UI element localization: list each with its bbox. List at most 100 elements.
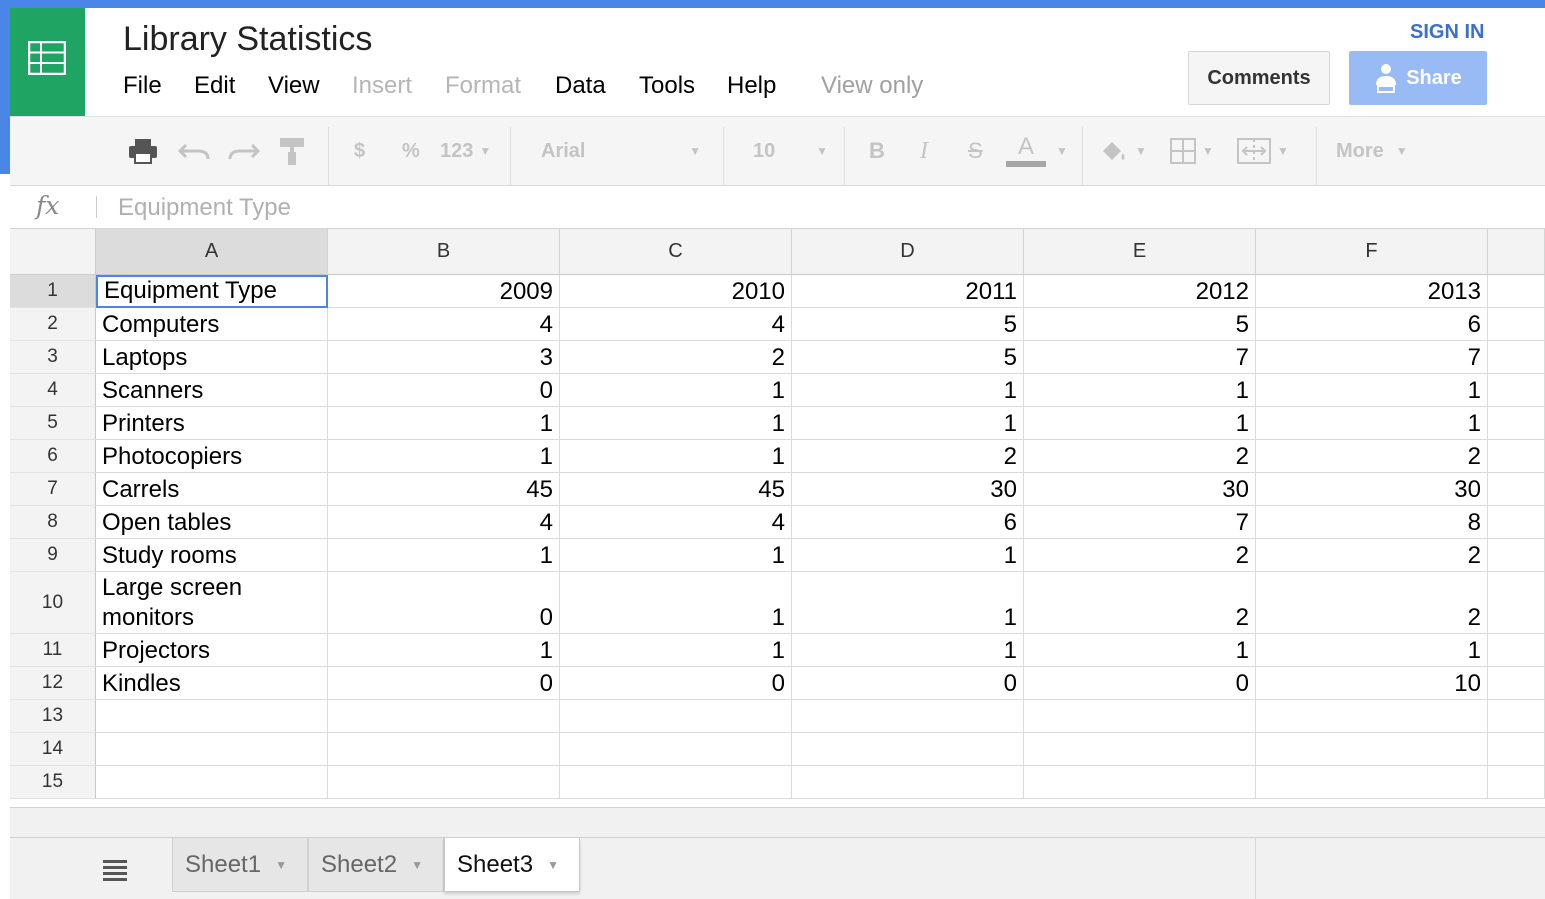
cell-e11[interactable]: 1 — [1024, 634, 1256, 667]
cell-f9[interactable]: 2 — [1256, 539, 1488, 572]
cell-d15[interactable] — [792, 766, 1024, 799]
cell-f13[interactable] — [1256, 700, 1488, 733]
cell-a8[interactable]: Open tables — [96, 506, 328, 539]
cell-e14[interactable] — [1024, 733, 1256, 766]
chevron-down-icon[interactable]: ▼ — [275, 858, 287, 872]
row-header-9[interactable]: 9 — [10, 539, 96, 572]
cell-a13[interactable] — [96, 700, 328, 733]
cell-d4[interactable]: 1 — [792, 374, 1024, 407]
chevron-down-icon[interactable]: ▼ — [411, 858, 423, 872]
row-header-2[interactable]: 2 — [10, 308, 96, 341]
cell-c7[interactable]: 45 — [560, 473, 792, 506]
cell-d14[interactable] — [792, 733, 1024, 766]
cell-d8[interactable]: 6 — [792, 506, 1024, 539]
paint-format-icon[interactable] — [278, 117, 308, 185]
more-button[interactable]: More ▼ — [1336, 117, 1408, 185]
cell-f2[interactable]: 6 — [1256, 308, 1488, 341]
row-header-10[interactable]: 10 — [10, 572, 96, 634]
cell-c5[interactable]: 1 — [560, 407, 792, 440]
column-header-b[interactable]: B — [328, 229, 560, 275]
menu-help[interactable]: Help — [727, 72, 776, 100]
cell-a2[interactable]: Computers — [96, 308, 328, 341]
horizontal-scrollbar[interactable] — [10, 807, 1545, 837]
row-header-3[interactable]: 3 — [10, 341, 96, 374]
cell-d12[interactable]: 0 — [792, 667, 1024, 700]
cell-a1[interactable]: Equipment Type — [96, 275, 328, 308]
share-button[interactable]: Share — [1349, 51, 1487, 105]
cell-f5[interactable]: 1 — [1256, 407, 1488, 440]
chevron-down-icon[interactable]: ▼ — [547, 858, 559, 872]
cell-e6[interactable]: 2 — [1024, 440, 1256, 473]
undo-icon[interactable] — [178, 117, 210, 185]
currency-format-button[interactable]: $ — [354, 117, 365, 185]
cell-b10[interactable]: 0 — [328, 572, 560, 634]
column-header-d[interactable]: D — [792, 229, 1024, 275]
cell-a10[interactable]: Large screen monitors — [96, 572, 328, 634]
cell-e10[interactable]: 2 — [1024, 572, 1256, 634]
cell-e5[interactable]: 1 — [1024, 407, 1256, 440]
cell-b1[interactable]: 2009 — [328, 275, 560, 308]
cell-b4[interactable]: 0 — [328, 374, 560, 407]
row-header-1[interactable]: 1 — [10, 275, 96, 308]
cell-f3[interactable]: 7 — [1256, 341, 1488, 374]
cell-c12[interactable]: 0 — [560, 667, 792, 700]
cell-d9[interactable]: 1 — [792, 539, 1024, 572]
bold-button[interactable]: B — [869, 117, 885, 185]
comments-button[interactable]: Comments — [1188, 51, 1330, 105]
row-header-5[interactable]: 5 — [10, 407, 96, 440]
cell-c1[interactable]: 2010 — [560, 275, 792, 308]
cell-e12[interactable]: 0 — [1024, 667, 1256, 700]
cell-a4[interactable]: Scanners — [96, 374, 328, 407]
borders-icon[interactable]: ▼ — [1170, 117, 1214, 185]
cell-e13[interactable] — [1024, 700, 1256, 733]
cell-b11[interactable]: 1 — [328, 634, 560, 667]
column-header-e[interactable]: E — [1024, 229, 1256, 275]
cell-c15[interactable] — [560, 766, 792, 799]
cell-d7[interactable]: 30 — [792, 473, 1024, 506]
strikethrough-button[interactable]: S — [968, 117, 983, 185]
cell-d3[interactable]: 5 — [792, 341, 1024, 374]
all-sheets-menu-icon[interactable] — [102, 856, 128, 882]
cell-b15[interactable] — [328, 766, 560, 799]
chevron-down-icon[interactable]: ▼ — [1050, 117, 1068, 185]
cell-c9[interactable]: 1 — [560, 539, 792, 572]
cell-f1[interactable]: 2013 — [1256, 275, 1488, 308]
cell-d5[interactable]: 1 — [792, 407, 1024, 440]
cell-e4[interactable]: 1 — [1024, 374, 1256, 407]
row-header-6[interactable]: 6 — [10, 440, 96, 473]
document-title[interactable]: Library Statistics — [123, 20, 372, 59]
cell-c2[interactable]: 4 — [560, 308, 792, 341]
cell-e8[interactable]: 7 — [1024, 506, 1256, 539]
sheet-tab-sheet1[interactable]: Sheet1 ▼ — [172, 838, 308, 892]
cell-f10[interactable]: 2 — [1256, 572, 1488, 634]
menu-data[interactable]: Data — [555, 72, 606, 100]
row-header-7[interactable]: 7 — [10, 473, 96, 506]
select-all-corner[interactable] — [10, 229, 96, 275]
row-header-12[interactable]: 12 — [10, 667, 96, 700]
cell-d2[interactable]: 5 — [792, 308, 1024, 341]
cell-a12[interactable]: Kindles — [96, 667, 328, 700]
menu-file[interactable]: File — [123, 72, 162, 100]
cell-f6[interactable]: 2 — [1256, 440, 1488, 473]
cell-b14[interactable] — [328, 733, 560, 766]
cell-f15[interactable] — [1256, 766, 1488, 799]
cell-d10[interactable]: 1 — [792, 572, 1024, 634]
italic-button[interactable]: I — [920, 117, 928, 185]
cell-b2[interactable]: 4 — [328, 308, 560, 341]
cell-d1[interactable]: 2011 — [792, 275, 1024, 308]
cell-f11[interactable]: 1 — [1256, 634, 1488, 667]
sheets-logo[interactable] — [10, 8, 85, 116]
cell-a11[interactable]: Projectors — [96, 634, 328, 667]
sheet-tab-sheet3[interactable]: Sheet3 ▼ — [444, 838, 580, 892]
text-color-button[interactable]: A — [1006, 117, 1046, 185]
row-header-14[interactable]: 14 — [10, 733, 96, 766]
cell-f7[interactable]: 30 — [1256, 473, 1488, 506]
cell-f4[interactable]: 1 — [1256, 374, 1488, 407]
row-header-15[interactable]: 15 — [10, 766, 96, 799]
column-header-f[interactable]: F — [1256, 229, 1488, 275]
cell-c8[interactable]: 4 — [560, 506, 792, 539]
row-header-11[interactable]: 11 — [10, 634, 96, 667]
cell-f8[interactable]: 8 — [1256, 506, 1488, 539]
cell-b8[interactable]: 4 — [328, 506, 560, 539]
cell-b5[interactable]: 1 — [328, 407, 560, 440]
